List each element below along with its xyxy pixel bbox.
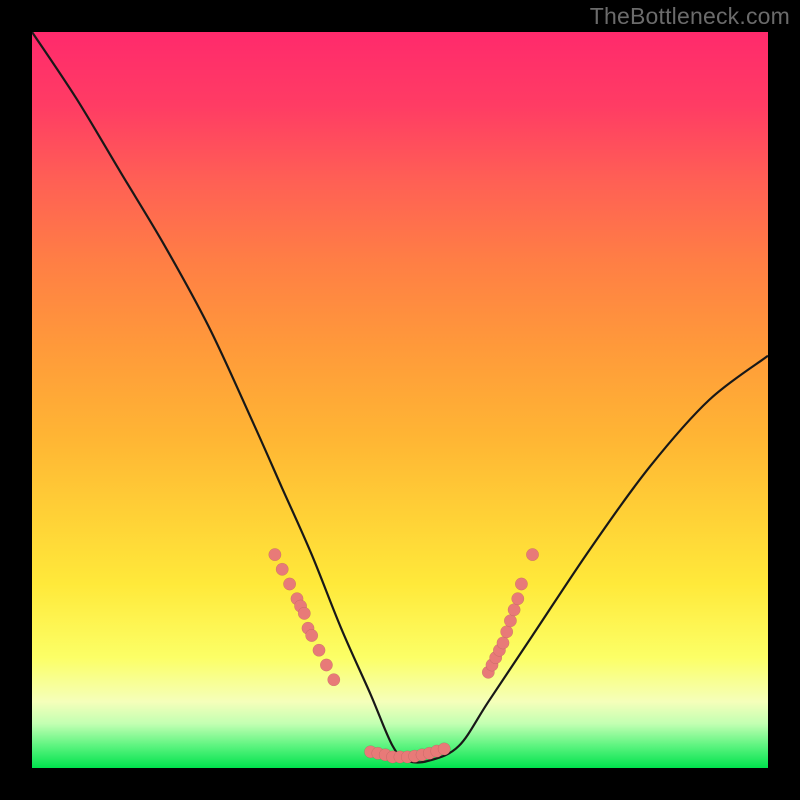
- data-point: [508, 604, 520, 616]
- outer-frame: TheBottleneck.com: [0, 0, 800, 800]
- data-point: [501, 626, 513, 638]
- data-point: [276, 563, 288, 575]
- data-point: [504, 615, 516, 627]
- bottleneck-curve: [32, 32, 768, 762]
- left-cluster: [269, 548, 340, 686]
- data-point: [313, 644, 325, 656]
- data-point: [306, 629, 318, 641]
- data-point: [497, 637, 509, 649]
- curve-layer: [32, 32, 768, 762]
- data-point: [438, 743, 450, 755]
- data-point: [269, 548, 281, 560]
- data-point: [283, 578, 295, 590]
- right-cluster: [482, 548, 539, 678]
- bottom-cluster: [364, 743, 450, 764]
- data-point: [512, 593, 524, 605]
- watermark-text: TheBottleneck.com: [590, 3, 790, 30]
- plot-area: [32, 32, 768, 768]
- data-point: [320, 659, 332, 671]
- chart-svg: [32, 32, 768, 768]
- data-point: [526, 548, 538, 560]
- data-point: [515, 578, 527, 590]
- data-point: [298, 607, 310, 619]
- data-point: [328, 674, 340, 686]
